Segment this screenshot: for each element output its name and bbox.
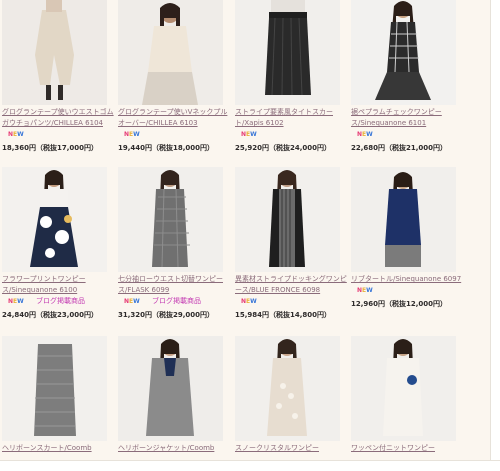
product-card: 異素材ストライプドッキングワンピース/BLUE FRONCE 6098 NEW … [235, 167, 347, 320]
product-name-link[interactable]: リブタートル/Sinequanone 6097 [351, 274, 463, 285]
new-badge: NEW [8, 298, 24, 305]
product-name-link[interactable]: ストライプ要素風タイトスカート/Xapis 6102 [235, 107, 347, 129]
product-meta: NEW [2, 129, 114, 140]
blog-featured-label[interactable]: ブログ掲載商品 [152, 297, 201, 305]
vertical-scrollbar[interactable] [490, 0, 500, 470]
product-image[interactable] [2, 336, 107, 441]
new-badge: NEW [241, 298, 257, 305]
product-image[interactable] [235, 336, 340, 441]
product-card: フラワープリントワンピース/Sinequanone 6100 NEW ブログ掲載… [2, 167, 114, 320]
product-image[interactable] [351, 336, 456, 441]
product-name-link[interactable]: ワッペン付ニットワンピー [351, 443, 463, 454]
product-card: ヘリボーンスカート/Coomb [2, 336, 114, 454]
product-price: 18,360円（税抜17,000円） [2, 144, 99, 152]
product-price: 19,440円（税抜18,000円） [118, 144, 215, 152]
new-badge: NEW [124, 131, 140, 138]
product-meta: NEW [235, 129, 347, 140]
product-meta: NEW [118, 129, 230, 140]
product-price: 25,920円（税抜24,000円） [235, 144, 332, 152]
product-image[interactable] [2, 0, 107, 105]
new-badge: NEW [241, 131, 257, 138]
product-card: リブタートル/Sinequanone 6097 NEW 12,960円（税抜12… [351, 167, 463, 309]
blog-featured-label[interactable]: ブログ掲載商品 [36, 297, 85, 305]
product-name-link[interactable]: ヘリボーンジャケット/Coomb [118, 443, 230, 454]
product-name-link[interactable]: グログランテープ使いVネックプルオーバー/CHILLEA 6103 [118, 107, 230, 129]
product-price: 12,960円（税抜12,000円） [351, 300, 448, 308]
product-image[interactable] [2, 167, 107, 272]
product-image[interactable] [118, 0, 223, 105]
product-card: ワッペン付ニットワンピー [351, 336, 463, 454]
product-meta: NEW [351, 285, 463, 296]
product-image[interactable] [118, 167, 223, 272]
product-price: 15,984円（税抜14,800円） [235, 311, 332, 319]
product-name-link[interactable]: フラワープリントワンピース/Sinequanone 6100 [2, 274, 114, 296]
product-grid: グログランテープ使いウエストゴムガウチョパンツ/CHILLEA 6104 NEW… [0, 0, 490, 460]
product-image[interactable] [235, 0, 340, 105]
product-name-link[interactable]: 裾ペプラムチェックワンピース/Sinequanone 6101 [351, 107, 463, 129]
product-card: 裾ペプラムチェックワンピース/Sinequanone 6101 NEW 22,6… [351, 0, 463, 153]
product-name-link[interactable]: スノークリスタルワンピー [235, 443, 347, 454]
product-price: 22,680円（税抜21,000円） [351, 144, 448, 152]
product-name-link[interactable]: ヘリボーンスカート/Coomb [2, 443, 114, 454]
product-meta: NEW ブログ掲載商品 [2, 296, 114, 307]
product-card: ストライプ要素風タイトスカート/Xapis 6102 NEW 25,920円（税… [235, 0, 347, 153]
product-card: ヘリボーンジャケット/Coomb [118, 336, 230, 454]
new-badge: NEW [357, 131, 373, 138]
product-card: スノークリスタルワンピー [235, 336, 347, 454]
product-name-link[interactable]: 七分袖ローウエスト切替ワンピース/FLASK 6099 [118, 274, 230, 296]
new-badge: NEW [124, 298, 140, 305]
product-meta: NEW [351, 129, 463, 140]
product-price: 24,840円（税抜23,000円） [2, 311, 99, 319]
new-badge: NEW [357, 287, 373, 294]
product-meta: NEW [235, 296, 347, 307]
product-image[interactable] [351, 0, 456, 105]
product-image[interactable] [235, 167, 340, 272]
product-card: グログランテープ使いVネックプルオーバー/CHILLEA 6103 NEW 19… [118, 0, 230, 153]
product-price: 31,320円（税抜29,000円） [118, 311, 215, 319]
product-image[interactable] [118, 336, 223, 441]
product-name-link[interactable]: グログランテープ使いウエストゴムガウチョパンツ/CHILLEA 6104 [2, 107, 114, 129]
product-image[interactable] [351, 167, 456, 272]
new-badge: NEW [8, 131, 24, 138]
product-meta: NEW ブログ掲載商品 [118, 296, 230, 307]
horizontal-scrollbar[interactable] [0, 460, 500, 471]
product-card: 七分袖ローウエスト切替ワンピース/FLASK 6099 NEW ブログ掲載商品 … [118, 167, 230, 320]
product-name-link[interactable]: 異素材ストライプドッキングワンピース/BLUE FRONCE 6098 [235, 274, 347, 296]
product-card: グログランテープ使いウエストゴムガウチョパンツ/CHILLEA 6104 NEW… [2, 0, 114, 153]
